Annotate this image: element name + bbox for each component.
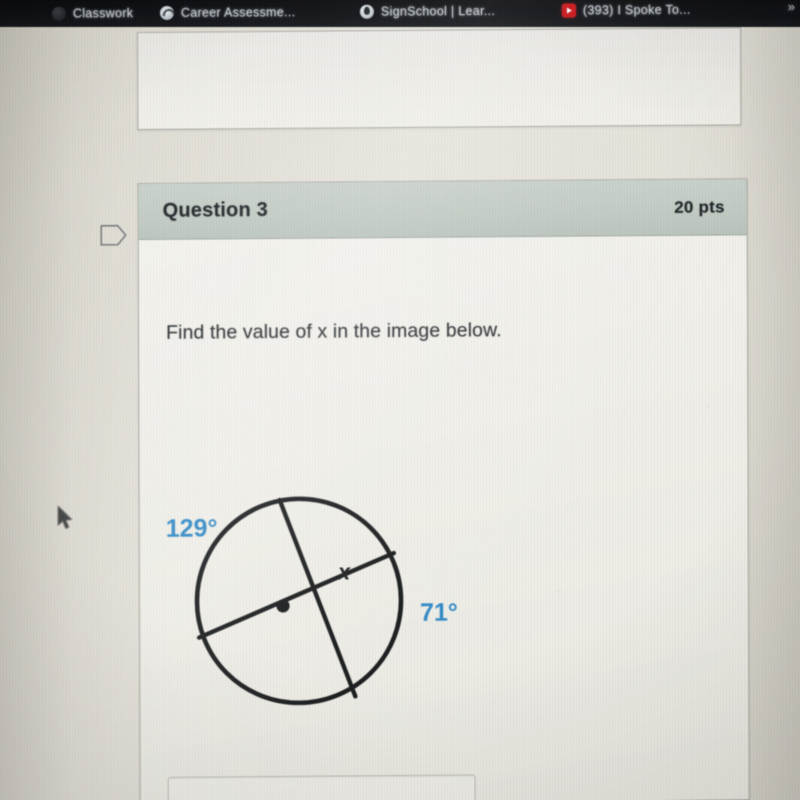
quiz-question-list: Question 3 20 pts Find the value of x in… xyxy=(0,27,800,800)
browser-tab-career-assessment[interactable]: Career Assessme... xyxy=(159,0,296,24)
question-card-3: Question 3 20 pts Find the value of x in… xyxy=(137,178,750,800)
tab-overflow-chevron-icon[interactable]: » xyxy=(788,0,795,14)
figure-center-dot xyxy=(276,599,290,613)
tab-label: Career Assessme... xyxy=(180,4,296,20)
answer-input[interactable] xyxy=(167,774,476,800)
tab-label: (393) I Spoke To... xyxy=(582,2,691,17)
tab-label: SignSchool | Lear... xyxy=(380,3,496,19)
figure-circle xyxy=(194,496,404,706)
youtube-icon xyxy=(561,2,576,18)
question-title: Question 3 xyxy=(162,199,269,222)
page-viewport: Question 3 20 pts Find the value of x in… xyxy=(0,27,800,800)
flag-outline-icon[interactable] xyxy=(99,222,129,248)
previous-question-card xyxy=(137,27,742,131)
question-header: Question 3 20 pts xyxy=(138,179,747,241)
figure-label-71: 71° xyxy=(420,599,458,627)
swirl-icon xyxy=(159,5,174,20)
browser-tab-signschool[interactable]: SignSchool | Lear... xyxy=(359,0,496,23)
figure-label-129: 129° xyxy=(166,514,218,542)
leaf-icon xyxy=(359,4,374,19)
docs-icon xyxy=(51,6,66,21)
screenshot-root: Classwork Career Assessme... SignSchool … xyxy=(0,0,800,800)
question-points-badge: 20 pts xyxy=(674,196,725,217)
figure-label-x: x xyxy=(337,559,351,584)
browser-tab-classwork[interactable]: Classwork xyxy=(51,1,134,24)
tab-label: Classwork xyxy=(72,5,134,21)
browser-tab-youtube[interactable]: (393) I Spoke To... xyxy=(561,0,691,22)
figure-chord-b xyxy=(196,550,397,640)
question-prompt: Find the value of x in the image below. xyxy=(166,319,502,344)
mouse-cursor-arrow-icon xyxy=(57,505,73,529)
geometry-figure: 129° x 71° xyxy=(164,482,515,715)
browser-tab-strip: Classwork Career Assessme... SignSchool … xyxy=(0,0,800,27)
